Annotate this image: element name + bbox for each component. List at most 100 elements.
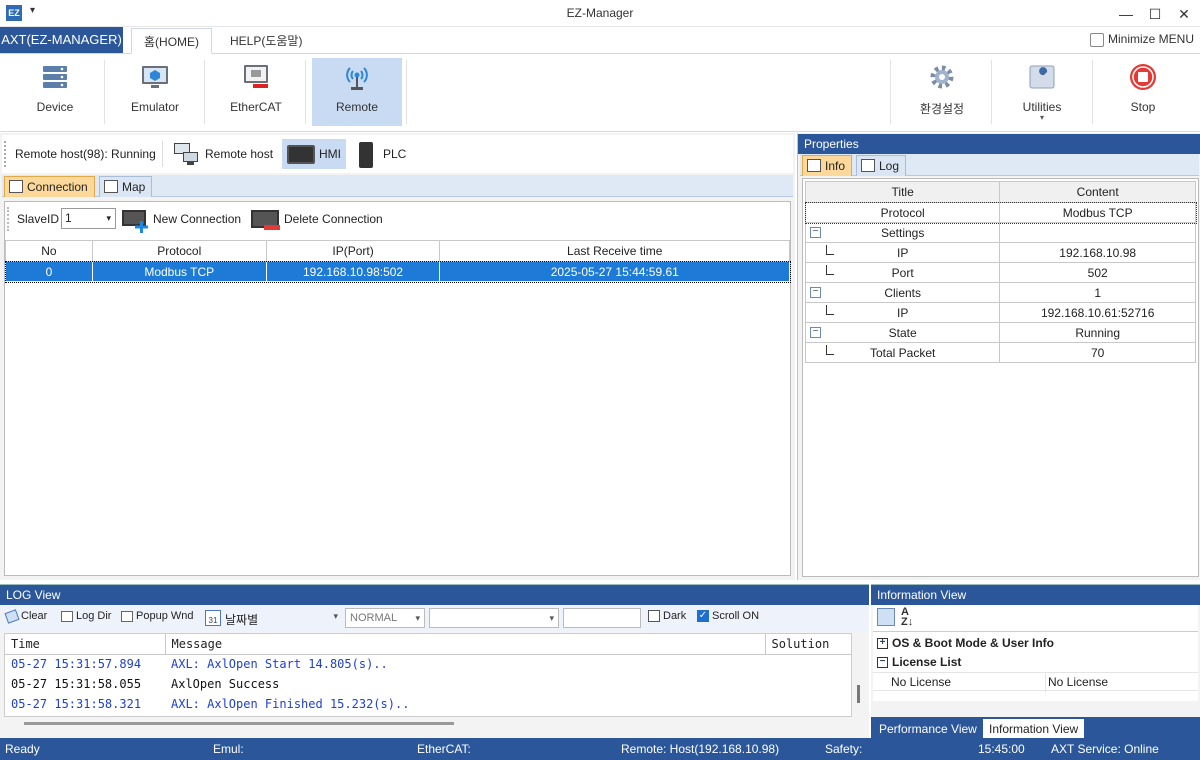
column-header[interactable]: IP(Port): [265, 240, 441, 262]
date-filter-combo[interactable]: 31 날짜별 ▾: [203, 608, 341, 628]
cell-protocol: Modbus TCP: [91, 261, 267, 282]
remote-label: Remote: [335, 100, 379, 114]
slave-id-select[interactable]: 1 ▾: [61, 208, 116, 229]
collapse-icon[interactable]: −: [810, 287, 821, 298]
toolbar-grip[interactable]: [7, 207, 10, 231]
property-title-cell: − Clients: [804, 282, 1001, 303]
scrollbar-thumb[interactable]: [857, 685, 860, 703]
tab-log[interactable]: Log: [856, 155, 907, 176]
tab-map-label: Map: [122, 180, 146, 194]
emulator-button[interactable]: Emulator: [110, 58, 200, 126]
clear-button[interactable]: Clear: [4, 608, 47, 624]
maximize-window-button[interactable]: ☐: [1141, 4, 1169, 24]
minimize-menu-icon: [1089, 32, 1104, 47]
tab-help[interactable]: HELP(도움말): [218, 28, 314, 54]
minimize-window-button[interactable]: —: [1112, 4, 1140, 24]
info-section-license[interactable]: − License List: [873, 653, 1198, 672]
tab-performance-view[interactable]: Performance View: [873, 719, 983, 739]
categorized-view-icon[interactable]: [877, 608, 895, 626]
tab-info[interactable]: Info: [802, 155, 853, 176]
tab-connection[interactable]: Connection: [4, 176, 95, 197]
ribbon-separator: [991, 60, 992, 124]
toolbar-grip[interactable]: [4, 141, 7, 167]
property-row[interactable]: Protocol Modbus TCP: [804, 201, 1197, 224]
column-header[interactable]: Time: [5, 634, 166, 655]
property-row[interactable]: Port 502: [804, 262, 1196, 283]
log-solution: [765, 674, 851, 694]
expand-icon[interactable]: +: [877, 638, 888, 650]
column-header[interactable]: No: [5, 240, 93, 262]
app-menu-button[interactable]: AXT(EZ-MANAGER): [0, 27, 123, 53]
stop-icon: [1128, 62, 1158, 92]
property-row[interactable]: Total Packet 70: [804, 342, 1196, 363]
log-row[interactable]: 05-27 15:31:58.055 AxlOpen Success: [5, 674, 851, 694]
properties-title: Properties: [798, 134, 1200, 154]
tab-info-label: Info: [825, 159, 846, 173]
antenna-icon: [342, 62, 372, 92]
log-icon: [861, 159, 875, 172]
connection-panel: SlaveID 1 ▾ New Connection Delete Connec…: [4, 201, 791, 576]
popup-wnd-button[interactable]: Popup Wnd: [121, 610, 193, 622]
log-toolbar: Clear Log Dir Popup Wnd 31 날짜별 ▾ NORMAL ▾…: [0, 605, 869, 631]
device-button[interactable]: Device: [10, 58, 100, 126]
log-time: 05-27 15:31:58.055: [11, 677, 142, 691]
collapse-icon[interactable]: −: [810, 327, 821, 338]
ethercat-label: EtherCAT: [230, 100, 282, 114]
stop-button[interactable]: Stop: [1098, 58, 1188, 126]
property-row[interactable]: IP 192.168.10.98: [804, 242, 1196, 263]
status-remote: Remote: Host(192.168.10.98): [621, 742, 780, 756]
collapse-icon[interactable]: −: [877, 657, 888, 669]
status-emul: Emul:: [213, 742, 244, 756]
log-list[interactable]: Time Message Solution 05-27 15:31:57.894…: [4, 633, 852, 717]
information-toolbar: A Z↓: [873, 605, 1198, 631]
log-level-select[interactable]: NORMAL ▾: [345, 608, 425, 628]
gear-icon: [927, 62, 957, 92]
log-table: Time Message Solution 05-27 15:31:57.894…: [5, 634, 851, 714]
dark-checkbox[interactable]: Dark: [648, 610, 686, 623]
column-header[interactable]: Protocol: [91, 240, 267, 262]
settings-button[interactable]: 환경설정: [897, 58, 987, 126]
property-row[interactable]: − Settings: [804, 222, 1196, 243]
property-row[interactable]: IP 192.168.10.61:52716: [804, 302, 1196, 323]
ethercat-button[interactable]: EtherCAT: [211, 58, 301, 126]
column-header[interactable]: Solution: [764, 634, 851, 655]
info-section-os[interactable]: + OS & Boot Mode & User Info: [873, 634, 1198, 653]
remote-toolbar: Remote host(98): Running Remote host HMI…: [2, 135, 793, 173]
folder-icon: [61, 610, 73, 622]
collapse-icon[interactable]: −: [810, 227, 821, 238]
log-horizontal-scrollbar[interactable]: [4, 717, 852, 731]
log-row[interactable]: 05-27 15:31:57.894 AXL: AxlOpen Start 14…: [5, 654, 851, 674]
delete-connection-button[interactable]: Delete Connection: [249, 206, 389, 232]
new-connection-button[interactable]: New Connection: [119, 206, 247, 233]
plc-button[interactable]: PLC: [354, 139, 414, 169]
log-row[interactable]: 05-27 15:31:58.321 AXL: AxlOpen Finished…: [5, 694, 851, 714]
scrollbar-thumb[interactable]: [24, 722, 454, 725]
log-filter-select[interactable]: ▾: [429, 608, 559, 628]
log-vertical-scrollbar[interactable]: [852, 633, 865, 717]
column-header[interactable]: Message: [164, 634, 766, 655]
minimize-menu-toggle[interactable]: Minimize MENU: [1089, 32, 1194, 47]
property-row[interactable]: − State Running: [804, 322, 1196, 343]
remote-button[interactable]: Remote: [312, 58, 402, 126]
license-row[interactable]: No License No License: [873, 672, 1198, 692]
property-row[interactable]: − Clients 1: [804, 282, 1196, 303]
close-window-button[interactable]: ✕: [1170, 4, 1198, 24]
log-time: 05-27 15:31:58.321: [11, 697, 142, 711]
hmi-button[interactable]: HMI: [282, 139, 346, 169]
scroll-on-checkbox[interactable]: ✓ Scroll ON: [697, 610, 759, 623]
column-header[interactable]: Last Receive time: [439, 240, 790, 262]
table-row[interactable]: 0 Modbus TCP 192.168.10.98:502 2025-05-2…: [4, 260, 791, 283]
table-header-row: Title Content: [804, 181, 1196, 203]
utilities-dropdown-button[interactable]: Utilities ▾: [997, 58, 1087, 126]
log-dir-button[interactable]: Log Dir: [61, 610, 111, 622]
sort-alpha-icon[interactable]: A Z↓: [901, 607, 913, 628]
cell-divider: [1045, 673, 1046, 692]
log-search-input[interactable]: [563, 608, 641, 628]
tab-information-view[interactable]: Information View: [983, 719, 1085, 739]
tab-map[interactable]: Map: [99, 176, 153, 197]
ribbon-separator: [204, 60, 205, 124]
connection-icon: [9, 180, 23, 193]
tab-home[interactable]: 홈(HOME): [131, 28, 213, 54]
property-content: Modbus TCP: [999, 202, 1196, 223]
chevron-down-icon: ▾: [333, 611, 338, 621]
